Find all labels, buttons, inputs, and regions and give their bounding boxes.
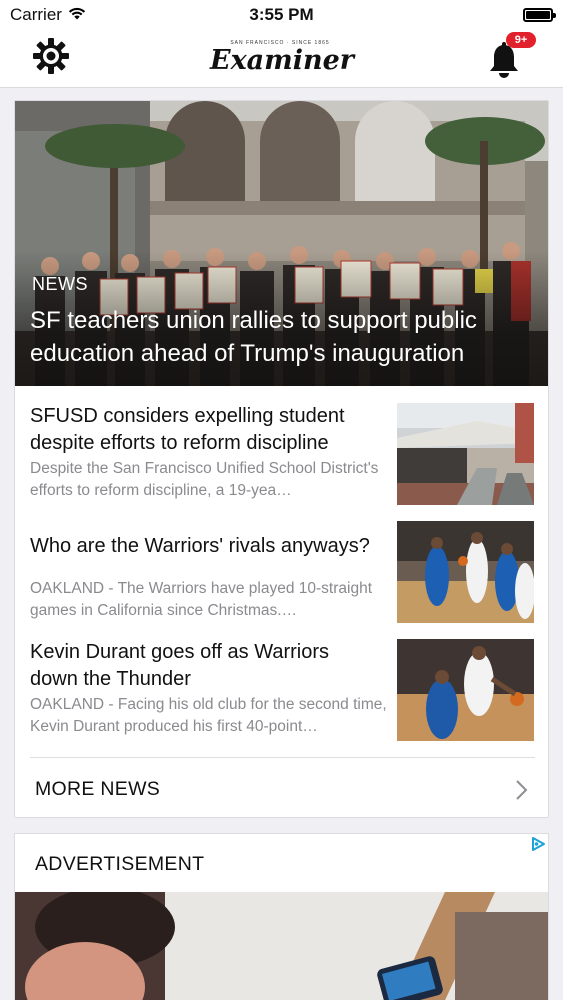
- advertisement-card: ADVERTISEMENT: [14, 833, 549, 1000]
- hero-story[interactable]: NEWS SF teachers union rallies to suppor…: [15, 101, 548, 386]
- story-item[interactable]: Who are the Warriors' rivals anyways? OA…: [30, 521, 535, 623]
- more-news-label: MORE NEWS: [35, 778, 161, 800]
- advertisement-image[interactable]: [15, 887, 548, 1000]
- story-headline: Who are the Warriors' rivals anyways?: [30, 535, 370, 557]
- story-thumbnail: [397, 521, 534, 623]
- story-summary: OAKLAND - Facing his old club for the se…: [30, 696, 387, 735]
- story-item[interactable]: Kevin Durant goes off as Warriors down t…: [30, 639, 535, 741]
- settings-button[interactable]: [30, 37, 72, 79]
- hero-category-tag: NEWS: [32, 274, 88, 294]
- story-summary: OAKLAND - The Warriors have played 10-st…: [30, 580, 372, 619]
- story-headline: Kevin Durant goes off as Warriors down t…: [30, 641, 330, 690]
- wifi-icon: [68, 5, 86, 25]
- notification-badge: 9+: [506, 32, 536, 48]
- more-news-button[interactable]: MORE NEWS: [15, 758, 548, 818]
- nav-bar: San Francisco · Since 1865 Examiner 9+: [0, 30, 563, 88]
- chevron-right-icon: [515, 779, 529, 806]
- hero-headline: SF teachers union rallies to support pub…: [30, 307, 477, 367]
- story-headline: SFUSD considers expelling student despit…: [30, 405, 345, 454]
- story-summary: Despite the San Francisco Unified School…: [30, 460, 379, 499]
- status-left: Carrier: [10, 5, 86, 25]
- story-thumbnail: [397, 639, 534, 741]
- carrier-label: Carrier: [10, 5, 62, 24]
- logo-text: Examiner: [210, 45, 355, 76]
- examiner-logo: San Francisco · Since 1865 Examiner: [210, 40, 355, 78]
- story-item[interactable]: SFUSD considers expelling student despit…: [30, 403, 535, 505]
- status-bar: Carrier 3:55 PM: [0, 0, 563, 30]
- top-news-card: NEWS SF teachers union rallies to suppor…: [14, 100, 549, 818]
- gear-icon: [32, 37, 70, 80]
- adchoices-icon[interactable]: [530, 836, 546, 857]
- story-thumbnail: [397, 403, 534, 505]
- advertisement-label: ADVERTISEMENT: [35, 853, 205, 875]
- battery-icon: [523, 8, 556, 22]
